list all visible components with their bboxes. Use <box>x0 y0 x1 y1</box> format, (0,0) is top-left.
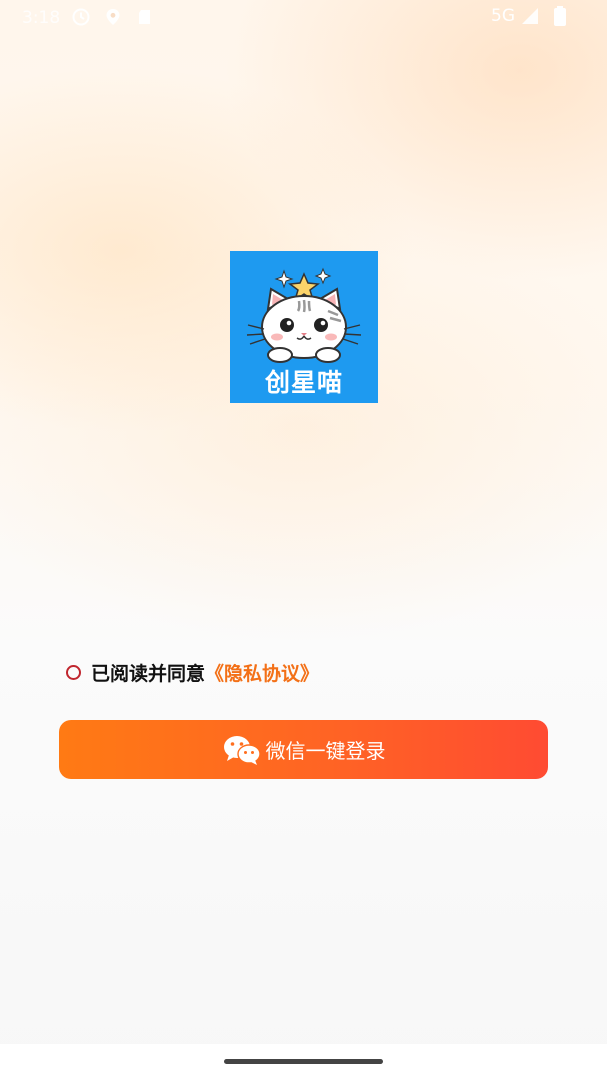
agreement-row[interactable]: 已阅读并同意 《隐私协议》 <box>66 658 319 686</box>
status-time: 3:18 <box>22 8 61 28</box>
navigation-bar <box>0 1044 607 1080</box>
wechat-login-label: 微信一键登录 <box>265 739 386 763</box>
signal-icon <box>522 8 538 24</box>
home-indicator[interactable] <box>224 1059 383 1064</box>
privacy-policy-link[interactable]: 《隐私协议》 <box>205 659 319 686</box>
location-icon <box>106 9 120 25</box>
wechat-login-button[interactable]: 微信一键登录 <box>59 720 548 779</box>
background <box>0 0 607 1080</box>
sd-card-icon <box>139 10 150 24</box>
logo-text: 创星喵 <box>264 368 343 397</box>
agreement-radio[interactable] <box>66 664 81 680</box>
wechat-icon <box>223 735 261 765</box>
network-label: 5G <box>491 6 515 26</box>
status-icons-left <box>72 8 154 26</box>
cat-logo-icon <box>246 267 362 363</box>
status-bar: 3:18 5G <box>0 0 607 36</box>
clock-icon <box>72 8 90 26</box>
agreement-text: 已阅读并同意 <box>91 662 206 685</box>
battery-icon <box>554 6 566 26</box>
status-right: 5G <box>491 6 567 26</box>
app-logo: 创星喵 <box>230 251 378 403</box>
